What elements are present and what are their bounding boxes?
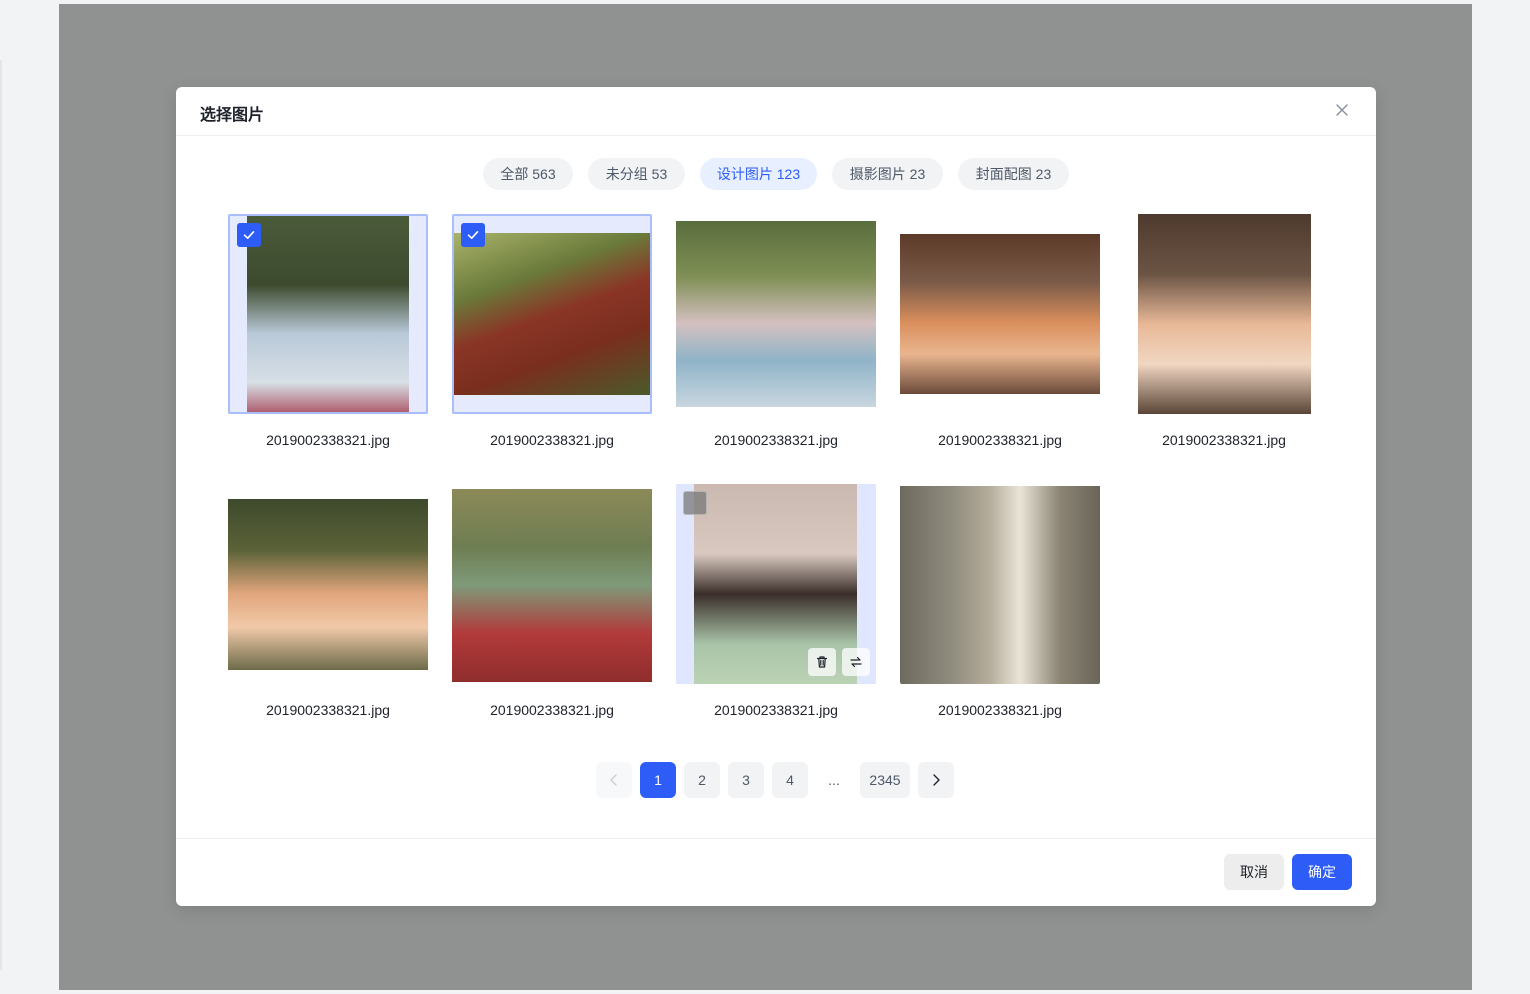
dialog-footer: 取消 确定 bbox=[176, 838, 1376, 907]
image-filename: 2019002338321.jpg bbox=[714, 432, 838, 448]
image-filename: 2019002338321.jpg bbox=[1162, 432, 1286, 448]
image-filename: 2019002338321.jpg bbox=[938, 432, 1062, 448]
image-thumbnail[interactable] bbox=[228, 484, 428, 684]
photo bbox=[900, 486, 1100, 684]
photo bbox=[454, 233, 650, 395]
tab-design-images[interactable]: 设计图片 123 bbox=[700, 158, 817, 190]
checkmark-icon bbox=[243, 231, 255, 239]
unselected-checkbox[interactable] bbox=[683, 491, 707, 515]
next-page-button[interactable] bbox=[918, 762, 954, 798]
photo bbox=[452, 489, 652, 682]
confirm-button[interactable]: 确定 bbox=[1292, 854, 1352, 890]
photo bbox=[900, 234, 1100, 394]
chevron-right-icon bbox=[933, 774, 940, 786]
page-1-button[interactable]: 1 bbox=[640, 762, 676, 798]
image-filename: 2019002338321.jpg bbox=[714, 702, 838, 718]
tab-ungrouped[interactable]: 未分组 53 bbox=[588, 158, 685, 190]
image-filename: 2019002338321.jpg bbox=[266, 702, 390, 718]
image-filename: 2019002338321.jpg bbox=[490, 432, 614, 448]
close-icon[interactable] bbox=[1334, 102, 1350, 118]
dialog-header: 选择图片 bbox=[176, 87, 1376, 136]
image-thumbnail[interactable] bbox=[900, 214, 1100, 414]
photo bbox=[1138, 214, 1311, 414]
selected-checkbox[interactable] bbox=[237, 223, 261, 247]
page-last-button[interactable]: 2345 bbox=[860, 762, 910, 798]
image-filename: 2019002338321.jpg bbox=[490, 702, 614, 718]
page-4-button[interactable]: 4 bbox=[772, 762, 808, 798]
image-thumbnail[interactable] bbox=[452, 214, 652, 414]
image-filename: 2019002338321.jpg bbox=[938, 702, 1062, 718]
tab-cover-images[interactable]: 封面配图 23 bbox=[958, 158, 1069, 190]
image-thumbnail[interactable] bbox=[900, 484, 1100, 684]
photo bbox=[676, 221, 876, 407]
photo bbox=[228, 499, 428, 670]
chevron-left-icon bbox=[610, 774, 617, 786]
dialog-title: 选择图片 bbox=[200, 107, 265, 124]
select-image-dialog: 选择图片 全部 563 未分组 53 设计图片 123 摄影图片 23 封面配图… bbox=[176, 87, 1376, 906]
image-thumbnail[interactable] bbox=[1124, 214, 1324, 414]
selected-checkbox[interactable] bbox=[461, 223, 485, 247]
tab-photography[interactable]: 摄影图片 23 bbox=[832, 158, 943, 190]
image-thumbnail[interactable] bbox=[676, 484, 876, 684]
swap-icon[interactable] bbox=[842, 648, 870, 676]
image-thumbnail[interactable] bbox=[452, 484, 652, 684]
page-3-button[interactable]: 3 bbox=[728, 762, 764, 798]
image-thumbnail[interactable] bbox=[228, 214, 428, 414]
checkmark-icon bbox=[467, 231, 479, 239]
photo bbox=[247, 216, 409, 412]
page-edge bbox=[0, 60, 2, 970]
trash-icon[interactable] bbox=[808, 648, 836, 676]
hover-actions bbox=[808, 648, 870, 676]
image-thumbnail[interactable] bbox=[676, 214, 876, 414]
image-filename: 2019002338321.jpg bbox=[266, 432, 390, 448]
prev-page-button[interactable] bbox=[596, 762, 632, 798]
cancel-button[interactable]: 取消 bbox=[1224, 854, 1284, 890]
page-2-button[interactable]: 2 bbox=[684, 762, 720, 798]
page-ellipsis: ... bbox=[828, 772, 840, 788]
tab-all[interactable]: 全部 563 bbox=[483, 158, 573, 190]
